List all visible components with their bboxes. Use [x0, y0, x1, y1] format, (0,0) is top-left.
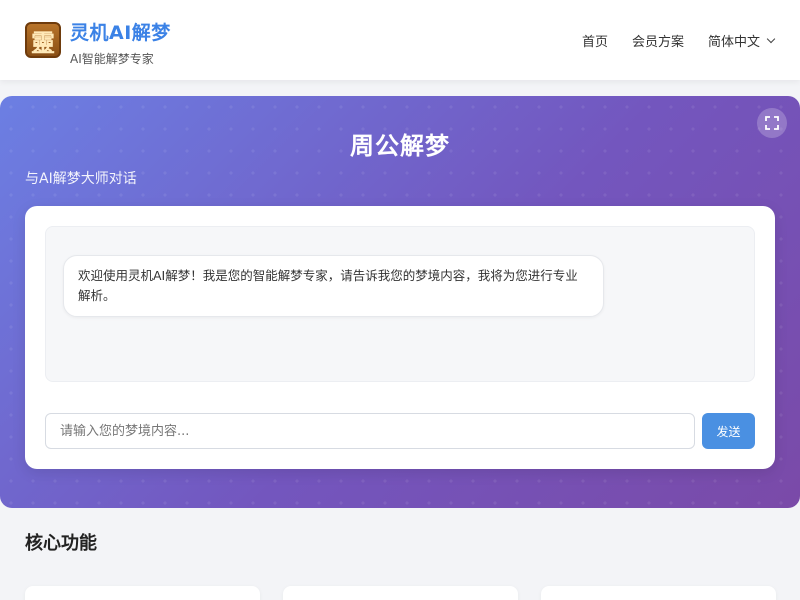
- features-section-title: 核心功能: [25, 533, 97, 554]
- main-nav: 首页 会员方案 简体中文: [558, 31, 776, 50]
- brand-title[interactable]: 灵机AI解梦: [70, 18, 171, 45]
- language-label: 简体中文: [707, 35, 760, 50]
- language-selector[interactable]: 简体中文: [707, 31, 776, 50]
- nav-membership-link[interactable]: 会员方案: [632, 31, 684, 50]
- dream-input[interactable]: [45, 413, 695, 449]
- logo-icon[interactable]: 靈: [25, 22, 61, 58]
- chat-panel: 欢迎使用灵机AI解梦！我是您的智能解梦专家，请告诉我您的梦境内容，我将为您进行专…: [25, 206, 775, 469]
- chevron-down-icon: [766, 34, 776, 44]
- feature-card[interactable]: [541, 586, 776, 600]
- assistant-welcome-message: 欢迎使用灵机AI解梦！我是您的智能解梦专家，请告诉我您的梦境内容，我将为您进行专…: [63, 255, 604, 317]
- site-header: 靈 灵机AI解梦 AI智能解梦专家 首页 会员方案 简体中文: [0, 0, 800, 80]
- page-title: 周公解梦: [350, 132, 450, 160]
- send-button[interactable]: 发送: [702, 413, 755, 449]
- nav-home-link[interactable]: 首页: [582, 31, 608, 50]
- chat-messages-area[interactable]: 欢迎使用灵机AI解梦！我是您的智能解梦专家，请告诉我您的梦境内容，我将为您进行专…: [45, 226, 755, 382]
- brand-subtitle: AI智能解梦专家: [70, 52, 154, 66]
- page-subtitle: 与AI解梦大师对话: [25, 171, 137, 187]
- feature-card[interactable]: [25, 586, 260, 600]
- dream-chat-hero: 周公解梦 与AI解梦大师对话 欢迎使用灵机AI解梦！我是您的智能解梦专家，请告诉…: [0, 96, 800, 508]
- feature-card[interactable]: [283, 586, 518, 600]
